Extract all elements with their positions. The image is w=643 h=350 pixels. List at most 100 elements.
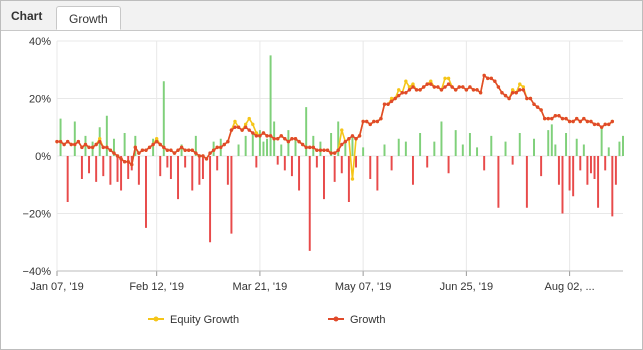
profit-bar bbox=[565, 133, 568, 156]
x-tick-label: Jan 07, '19 bbox=[30, 281, 83, 293]
profit-bar bbox=[162, 81, 165, 156]
loss-bar bbox=[109, 156, 112, 185]
growth-point bbox=[304, 145, 308, 150]
growth-point bbox=[329, 151, 333, 155]
loss-bar bbox=[355, 156, 357, 168]
growth-point bbox=[83, 142, 88, 147]
loss-bar bbox=[88, 156, 91, 174]
profit-bar bbox=[258, 130, 261, 156]
loss-bar bbox=[191, 156, 194, 191]
profit-bar bbox=[461, 144, 464, 156]
profit-bar bbox=[294, 138, 297, 156]
growth-point bbox=[286, 139, 291, 144]
growth-point bbox=[361, 119, 365, 124]
growth-point bbox=[211, 148, 216, 152]
growth-point bbox=[518, 88, 522, 92]
growth-point bbox=[532, 102, 536, 106]
tab-growth[interactable]: Growth bbox=[56, 6, 121, 30]
loss-bar bbox=[127, 156, 130, 179]
growth-point bbox=[482, 73, 486, 78]
equity-growth-point bbox=[397, 88, 401, 92]
legend-item-label: Growth bbox=[350, 314, 385, 326]
growth-point bbox=[510, 91, 515, 95]
growth-point bbox=[347, 137, 351, 141]
growth-point bbox=[215, 145, 219, 150]
profit-bar bbox=[554, 144, 557, 156]
growth-point bbox=[315, 148, 319, 152]
growth-point bbox=[357, 134, 362, 138]
profit-bar bbox=[105, 115, 108, 156]
loss-bar bbox=[308, 156, 311, 251]
profit-bar bbox=[344, 141, 347, 156]
growth-point bbox=[592, 122, 597, 127]
profit-bar bbox=[59, 118, 62, 156]
growth-point bbox=[108, 148, 113, 152]
growth-point bbox=[201, 154, 205, 158]
equity-growth-point bbox=[443, 76, 447, 81]
growth-point bbox=[546, 116, 550, 121]
growth-point bbox=[62, 142, 66, 147]
growth-point bbox=[603, 122, 607, 127]
growth-point bbox=[582, 116, 586, 121]
legend-swatch-marker bbox=[153, 316, 159, 322]
loss-bar bbox=[145, 156, 147, 228]
growth-point bbox=[475, 88, 479, 92]
profit-bar bbox=[262, 141, 265, 156]
growth-point bbox=[325, 148, 330, 152]
equity-growth-point bbox=[233, 119, 237, 124]
growth-point bbox=[528, 96, 533, 101]
growth-point bbox=[236, 125, 241, 129]
loss-bar bbox=[66, 156, 69, 202]
growth-point bbox=[368, 122, 372, 127]
profit-bar bbox=[600, 127, 603, 156]
loss-bar bbox=[579, 156, 582, 171]
growth-point bbox=[76, 139, 81, 144]
profit-bar bbox=[575, 138, 578, 156]
legend-item-label: Equity Growth bbox=[170, 314, 239, 326]
loss-bar bbox=[369, 156, 372, 179]
loss-bar bbox=[184, 156, 187, 168]
growth-point bbox=[258, 134, 262, 138]
equity-growth-point bbox=[350, 177, 355, 181]
growth-point bbox=[183, 148, 187, 152]
growth-point bbox=[137, 151, 141, 155]
loss-bar bbox=[230, 156, 233, 234]
growth-point bbox=[575, 116, 579, 121]
x-tick-label: May 07, '19 bbox=[335, 281, 392, 293]
growth-point bbox=[115, 154, 120, 158]
growth-point bbox=[87, 145, 91, 150]
profit-bar bbox=[266, 138, 269, 156]
loss-bar bbox=[95, 156, 98, 182]
growth-point bbox=[154, 139, 159, 144]
growth-point bbox=[122, 160, 127, 164]
growth-point bbox=[343, 139, 348, 144]
growth-point bbox=[578, 119, 582, 124]
profit-bar bbox=[251, 133, 254, 156]
growth-point bbox=[226, 139, 230, 144]
profit-bar bbox=[433, 141, 436, 156]
loss-bar bbox=[597, 156, 600, 208]
growth-point bbox=[69, 142, 73, 147]
growth-point bbox=[176, 148, 180, 152]
profit-bar bbox=[582, 144, 585, 156]
tab-bar: Chart Growth bbox=[1, 1, 642, 31]
profit-bar bbox=[490, 135, 493, 156]
equity-growth-point bbox=[251, 122, 255, 127]
loss-bar bbox=[166, 156, 169, 168]
growth-point bbox=[436, 85, 440, 89]
growth-point bbox=[322, 148, 326, 152]
chart-panel-title: Chart bbox=[11, 9, 43, 23]
profit-bar bbox=[383, 144, 386, 156]
growth-point bbox=[151, 142, 155, 147]
growth-point bbox=[80, 145, 84, 150]
growth-point bbox=[496, 85, 501, 89]
growth-point bbox=[219, 145, 223, 150]
growth-point bbox=[58, 139, 63, 144]
profit-bar bbox=[152, 138, 155, 156]
growth-point bbox=[596, 122, 600, 127]
loss-bar bbox=[323, 156, 325, 200]
profit-bar bbox=[504, 141, 507, 156]
growth-point bbox=[276, 137, 280, 141]
growth-point bbox=[439, 88, 444, 92]
growth-point bbox=[382, 102, 387, 106]
